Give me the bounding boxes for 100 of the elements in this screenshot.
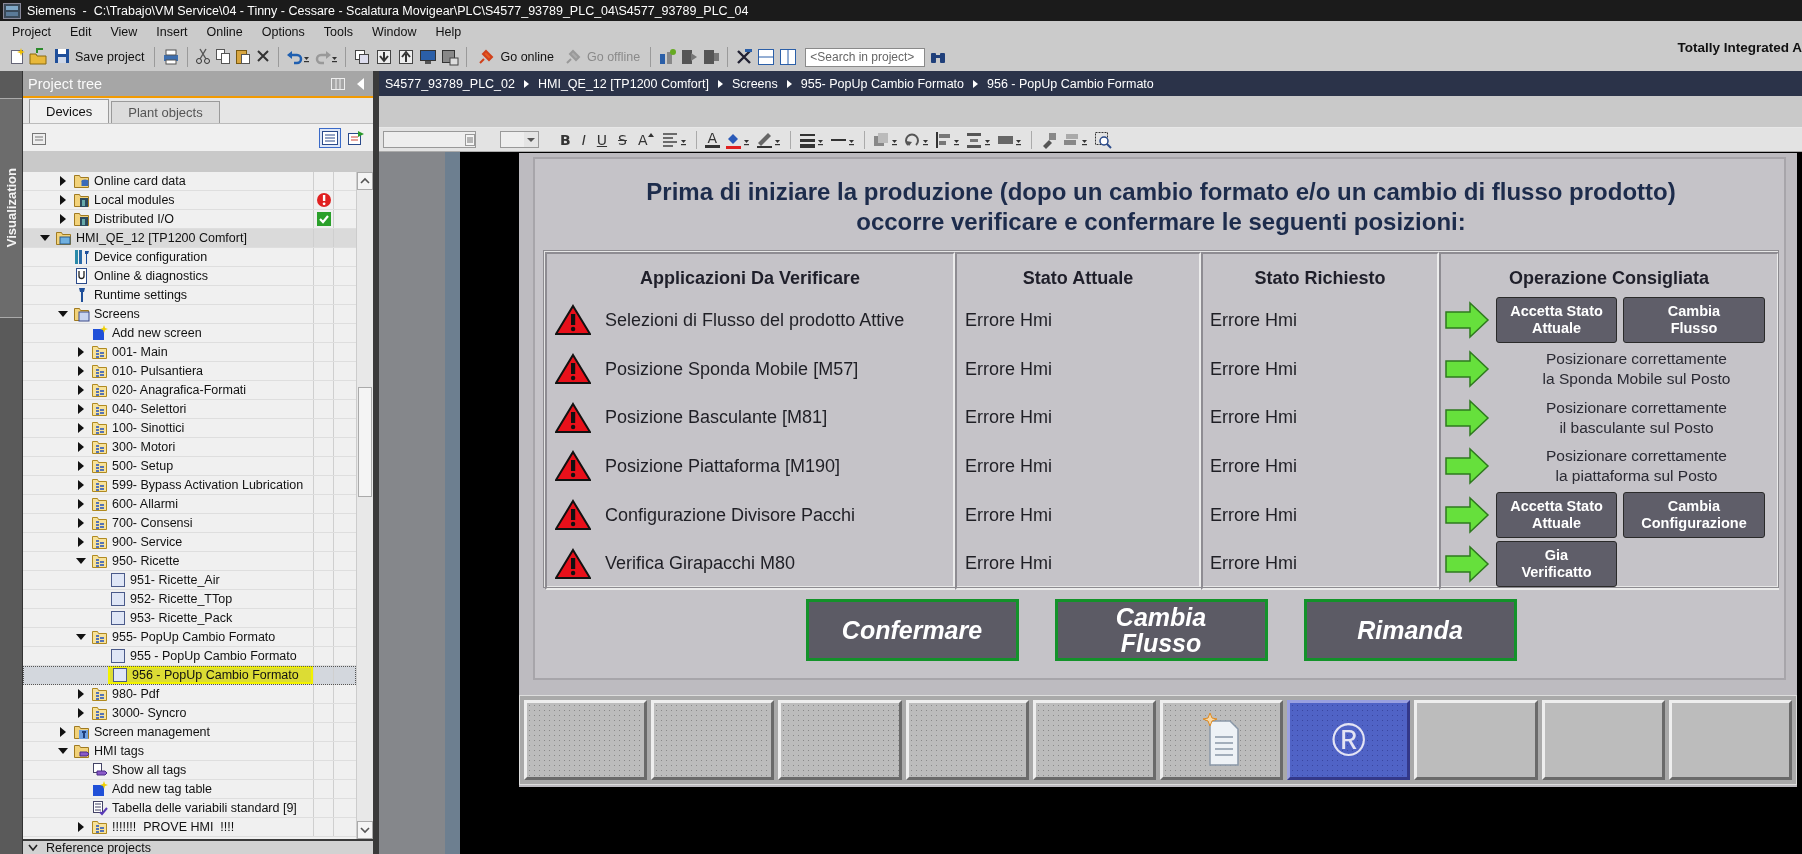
breadcrumb-item[interactable]: 956 - PopUp Cambio Formato — [987, 76, 1154, 91]
open-folder-icon[interactable] — [29, 48, 47, 66]
tree-item[interactable]: Online card data — [72, 172, 313, 190]
breadcrumb-item[interactable]: 955- PopUp Cambio Formato — [800, 76, 965, 91]
function-key[interactable] — [651, 700, 775, 780]
caret-icon[interactable] — [76, 480, 86, 490]
font-name-field[interactable] — [383, 131, 476, 148]
breadcrumb-item[interactable]: HMI_QE_12 [TP1200 Comfort] — [538, 76, 709, 91]
split-horizontal-icon[interactable] — [757, 48, 776, 66]
tree-item[interactable]: Screens — [72, 305, 313, 323]
format-button[interactable]: B — [557, 131, 574, 148]
caret-icon[interactable] — [76, 385, 86, 395]
toolbar-button[interactable]: Go online — [474, 46, 557, 68]
function-key[interactable] — [1668, 700, 1793, 780]
caret-icon[interactable] — [76, 347, 86, 357]
dialog-button[interactable]: Rimanda — [1303, 599, 1517, 661]
download-icon[interactable] — [375, 48, 394, 66]
tree-item[interactable]: Runtime settings — [72, 286, 313, 304]
tree-item[interactable]: Screen management — [72, 723, 313, 741]
toolbar-button[interactable]: Save project — [51, 46, 148, 68]
function-key[interactable] — [1541, 700, 1665, 780]
function-key[interactable] — [1160, 700, 1284, 780]
scroll-up-icon[interactable] — [357, 172, 373, 190]
tree-item[interactable]: 700- Consensi — [90, 514, 313, 532]
arrange-icon[interactable] — [873, 130, 900, 149]
breadcrumb-item[interactable]: Screens — [731, 76, 778, 91]
tree-item[interactable]: 020- Anagrafica-Formati — [90, 381, 313, 399]
action-button[interactable]: Gia Verificatto — [1496, 540, 1617, 587]
cut-icon[interactable] — [195, 48, 212, 66]
new-project-icon[interactable] — [9, 48, 25, 66]
dialog-button[interactable]: Cambia Flusso — [1054, 599, 1268, 661]
tree-item[interactable]: 980- Pdf — [90, 685, 313, 703]
side-tab[interactable]: Visualization — [0, 98, 22, 318]
function-key[interactable]: ® — [1287, 700, 1411, 780]
tree-item[interactable]: Distributed I/O — [72, 210, 313, 228]
tree-item[interactable]: Online & diagnostics — [72, 267, 313, 285]
caret-icon[interactable] — [40, 233, 50, 243]
tree-item[interactable]: 951- Ricette_Air — [108, 571, 313, 589]
tree-item[interactable]: Local modules — [72, 191, 313, 209]
tree-item[interactable]: 010- Pulsantiera — [90, 362, 313, 380]
tree-item[interactable]: HMI tags — [72, 742, 313, 760]
caret-icon[interactable] — [76, 708, 86, 718]
tree-item[interactable]: Add new tag table — [90, 780, 313, 798]
caret-icon[interactable] — [58, 727, 68, 737]
tree-item[interactable]: Device configuration — [72, 248, 313, 266]
compile-icon[interactable] — [353, 48, 372, 66]
cross-reference-icon[interactable] — [735, 48, 754, 66]
tree-item[interactable]: 953- Ricette_Pack — [108, 609, 313, 627]
caret-icon[interactable] — [76, 537, 86, 547]
action-button[interactable]: Cambia Flusso — [1623, 297, 1765, 344]
tree-item[interactable]: 956 - PopUp Cambio Formato — [108, 666, 313, 684]
menu-item[interactable]: Window — [363, 23, 426, 41]
format-button[interactable]: I — [578, 131, 589, 148]
caret-icon[interactable] — [58, 195, 68, 205]
copy-icon[interactable] — [215, 48, 232, 66]
stop-cpu-icon[interactable] — [702, 48, 721, 66]
tree-item[interactable]: 900- Service — [90, 533, 313, 551]
tree-item[interactable]: 500- Setup — [90, 457, 313, 475]
caret-icon[interactable] — [76, 518, 86, 528]
search-field[interactable]: <Search in project> — [805, 47, 926, 67]
align-text-icon[interactable] — [661, 130, 688, 149]
menu-item[interactable]: Tools — [314, 23, 362, 41]
caret-icon[interactable] — [76, 461, 86, 471]
tree-item[interactable]: 300- Motori — [90, 438, 313, 456]
menu-item[interactable]: Options — [252, 23, 314, 41]
simulation-icon[interactable] — [441, 48, 460, 66]
caret-icon[interactable] — [58, 746, 68, 756]
monitor-icon[interactable] — [419, 48, 438, 66]
line-color-icon[interactable] — [756, 130, 783, 149]
caret-icon[interactable] — [76, 404, 86, 414]
caret-icon[interactable] — [58, 309, 68, 319]
tree-item[interactable]: 952- Ricette_TTop — [108, 590, 313, 608]
start-cpu-icon[interactable] — [680, 48, 699, 66]
print-icon[interactable] — [162, 48, 181, 66]
tree-item[interactable]: Show all tags — [90, 761, 313, 779]
font-size-field[interactable] — [500, 131, 539, 148]
caret-icon[interactable] — [76, 366, 86, 376]
caret-icon[interactable] — [76, 499, 86, 509]
tree-item[interactable]: Add new screen — [90, 324, 313, 342]
distribute-icon[interactable] — [966, 130, 993, 149]
zoom-icon[interactable] — [1094, 130, 1113, 149]
tree-item[interactable]: Tabella delle variabili standard [9] — [90, 799, 313, 817]
dialog-button[interactable]: Confermare — [805, 599, 1019, 661]
action-button[interactable]: Cambia Configurazione — [1623, 492, 1765, 539]
tree-item[interactable]: 600- Allarmi — [90, 495, 313, 513]
caret-icon[interactable] — [76, 556, 86, 566]
function-key[interactable] — [1414, 700, 1538, 780]
scroll-down-icon[interactable] — [357, 821, 373, 839]
paste-icon[interactable] — [235, 48, 252, 66]
function-key[interactable] — [905, 700, 1029, 780]
format-button[interactable]: U — [593, 131, 611, 148]
upload-icon[interactable] — [397, 48, 416, 66]
format-button[interactable]: A — [704, 131, 721, 148]
breadcrumb-item[interactable]: S4577_93789_PLC_02 — [385, 76, 515, 91]
format-button[interactable]: A — [634, 131, 657, 148]
chevron-icon[interactable] — [28, 843, 38, 852]
tree-item[interactable]: 3000- Syncro — [90, 704, 313, 722]
caret-icon[interactable] — [58, 214, 68, 224]
caret-icon[interactable] — [76, 423, 86, 433]
action-button[interactable]: Accetta Stato Attuale — [1496, 492, 1617, 539]
